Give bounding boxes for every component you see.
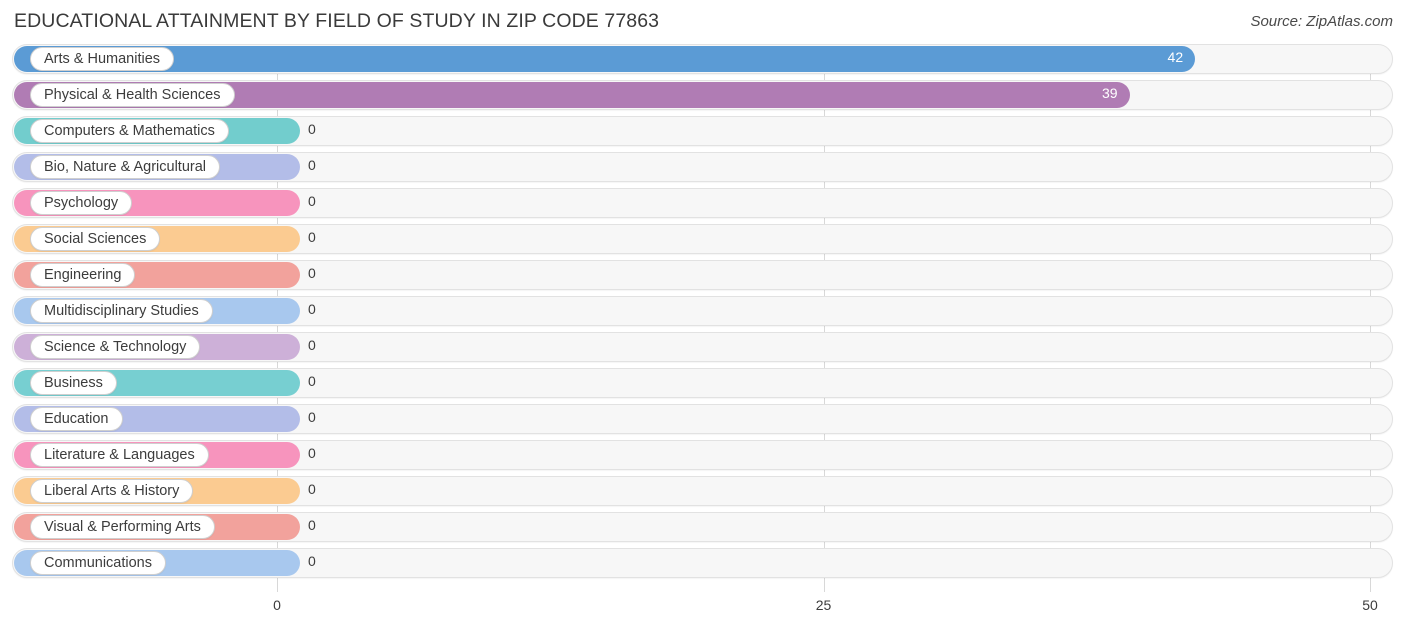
- chart-page: EDUCATIONAL ATTAINMENT BY FIELD OF STUDY…: [0, 0, 1406, 631]
- bar[interactable]: [14, 46, 1196, 72]
- bar-value-label: 42: [1167, 49, 1184, 65]
- bar-row[interactable]: Multidisciplinary Studies 0: [0, 296, 1406, 326]
- bar-value-label: 0: [308, 229, 316, 245]
- category-label: Engineering: [30, 263, 136, 287]
- bar-value-label: 39: [1101, 85, 1118, 101]
- bar-row[interactable]: Liberal Arts & History 0: [0, 476, 1406, 506]
- category-label: Physical & Health Sciences: [30, 83, 235, 107]
- source-attribution: Source: ZipAtlas.com: [1250, 13, 1393, 30]
- category-label: Visual & Performing Arts: [30, 515, 215, 539]
- bar-value-label: 0: [308, 445, 316, 461]
- bar-value-label: 0: [308, 553, 316, 569]
- page-title: EDUCATIONAL ATTAINMENT BY FIELD OF STUDY…: [14, 10, 660, 32]
- bar-row[interactable]: Communications 0: [0, 548, 1406, 578]
- category-label: Computers & Mathematics: [30, 119, 229, 143]
- bar-value-label: 0: [308, 121, 316, 137]
- bar-value-label: 0: [308, 265, 316, 281]
- category-label: Business: [30, 371, 117, 395]
- bar-row[interactable]: Computers & Mathematics 0: [0, 116, 1406, 146]
- category-label: Arts & Humanities: [30, 47, 175, 71]
- bar-value-label: 0: [308, 301, 316, 317]
- chart-header: EDUCATIONAL ATTAINMENT BY FIELD OF STUDY…: [0, 0, 1406, 44]
- bar-value-label: 0: [308, 481, 316, 497]
- bar-row[interactable]: Bio, Nature & Agricultural 0: [0, 152, 1406, 182]
- x-axis-tick: 25: [815, 597, 832, 613]
- bar-value-label: 0: [308, 337, 316, 353]
- bar-row[interactable]: Literature & Languages 0: [0, 440, 1406, 470]
- category-label: Psychology: [30, 191, 133, 215]
- x-axis: 0 25 50: [0, 592, 1406, 631]
- category-label: Education: [30, 407, 123, 431]
- bar-row[interactable]: Psychology 0: [0, 188, 1406, 218]
- bar-row[interactable]: Business 0: [0, 368, 1406, 398]
- bar-value-label: 0: [308, 409, 316, 425]
- category-label: Liberal Arts & History: [30, 479, 194, 503]
- category-label: Bio, Nature & Agricultural: [30, 155, 220, 179]
- bar-row[interactable]: Social Sciences 0: [0, 224, 1406, 254]
- bar-row[interactable]: Engineering 0: [0, 260, 1406, 290]
- category-label: Social Sciences: [30, 227, 161, 251]
- bar-row[interactable]: Physical & Health Sciences 39: [0, 80, 1406, 110]
- category-label: Communications: [30, 551, 166, 575]
- bar-value-label: 0: [308, 193, 316, 209]
- bar-rows: Arts & Humanities 42 Physical & Health Sci…: [0, 44, 1406, 584]
- bar-value-label: 0: [308, 517, 316, 533]
- bar-row[interactable]: Arts & Humanities 42: [0, 44, 1406, 74]
- plot-area: Arts & Humanities 42 Physical & Health Sci…: [0, 44, 1406, 592]
- bar-value-label: 0: [308, 373, 316, 389]
- bar-row[interactable]: Visual & Performing Arts 0: [0, 512, 1406, 542]
- x-axis-tick: 0: [273, 597, 281, 613]
- bar-row[interactable]: Science & Technology 0: [0, 332, 1406, 362]
- category-label: Science & Technology: [30, 335, 201, 359]
- bar-row[interactable]: Education 0: [0, 404, 1406, 434]
- bar-value-label: 0: [308, 157, 316, 173]
- category-label: Literature & Languages: [30, 443, 209, 467]
- category-label: Multidisciplinary Studies: [30, 299, 213, 323]
- x-axis-tick: 50: [1362, 597, 1378, 613]
